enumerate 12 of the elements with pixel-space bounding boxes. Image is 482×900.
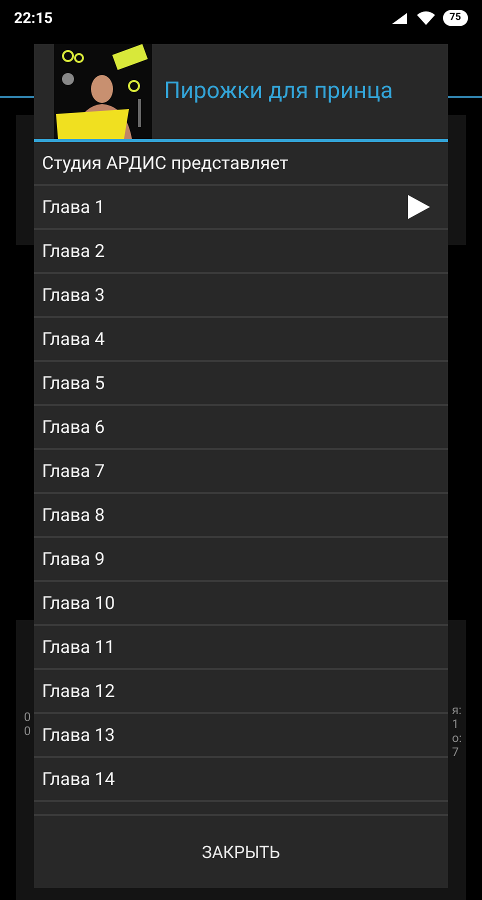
background-text: 0 [24, 710, 31, 724]
wifi-icon [416, 11, 435, 25]
background-text: 1 [452, 717, 460, 731]
background-text: о: [452, 731, 462, 745]
battery-icon: 75 [442, 10, 468, 26]
play-icon [408, 195, 430, 219]
dialog-title: Пирожки для принца [164, 76, 393, 106]
background-text: я: [452, 703, 462, 717]
status-time: 22:15 [14, 8, 53, 29]
signal-icon [390, 12, 409, 24]
background-text: 7 [452, 745, 460, 759]
background-text: 0 [24, 724, 31, 738]
